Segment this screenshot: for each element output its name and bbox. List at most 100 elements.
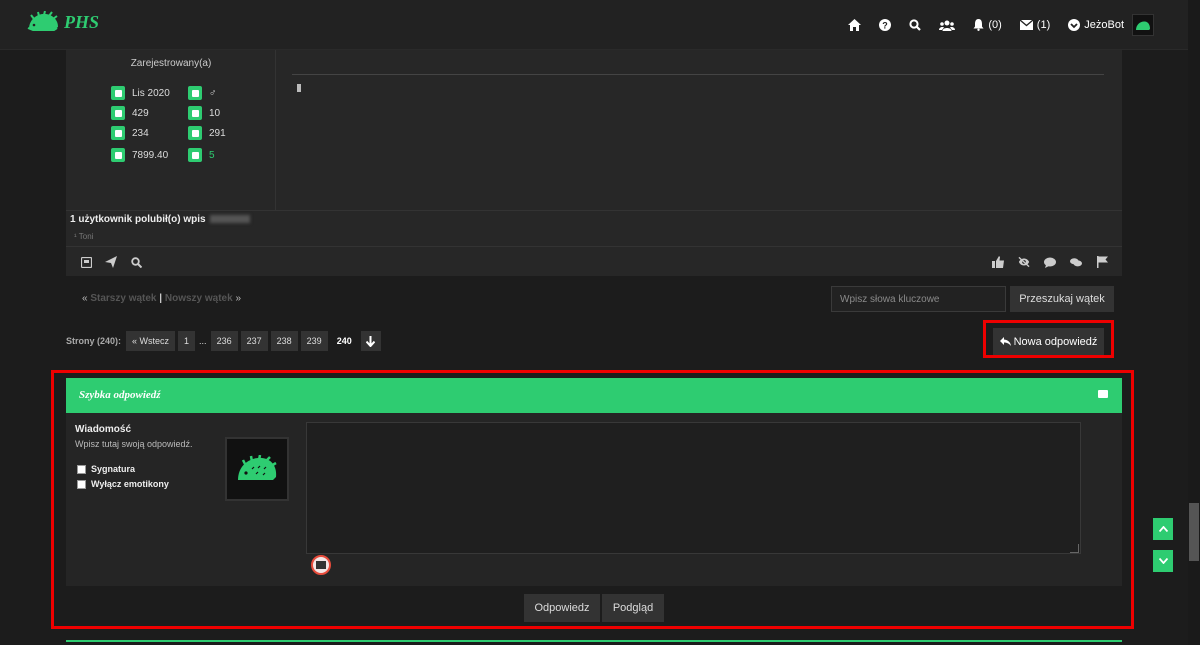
stat-topics[interactable]: 10	[188, 106, 220, 120]
page-link[interactable]: 1	[178, 331, 196, 351]
svg-text:?: ?	[883, 21, 889, 31]
scroll-to-bottom-button[interactable]	[1153, 550, 1173, 572]
disable-smilies-checkbox[interactable]	[77, 479, 86, 489]
post-separator	[66, 210, 1122, 211]
editor-toggle-icon[interactable]	[311, 555, 331, 575]
users-icon	[939, 20, 956, 31]
thread-navigation: « Starszy wątek | Nowszy wątek »	[82, 293, 242, 304]
thumbs-up-icon	[188, 126, 202, 140]
quick-reply-title: Szybka odpowiedź	[79, 389, 161, 401]
find-posts-icon[interactable]	[130, 256, 142, 268]
stat-level: 5	[188, 148, 215, 162]
submit-reply-button[interactable]: Odpowiedz	[524, 594, 600, 622]
page-prev[interactable]: « Wstecz	[126, 331, 176, 351]
page-link[interactable]: 239	[300, 331, 328, 351]
post-panel: Zarejestrowany(a) Lis 2020 ♂ 429 10 234 …	[66, 50, 1122, 276]
scrollbar-thumb[interactable]	[1189, 503, 1199, 561]
scroll-to-top-button[interactable]	[1153, 518, 1173, 540]
hedgehog-avatar-icon	[1136, 20, 1150, 30]
textarea-resize-handle[interactable]	[1070, 544, 1079, 553]
username: JeżoBot	[1084, 19, 1124, 31]
arrow-down-icon	[366, 335, 376, 347]
jump-to-bottom-button[interactable]	[360, 331, 381, 351]
message-textarea[interactable]	[306, 422, 1081, 554]
notifications-link[interactable]: (0)	[973, 19, 1002, 31]
post-footer	[66, 246, 1122, 276]
chevron-down-circle-icon	[1068, 19, 1081, 31]
help-icon: ?	[879, 19, 892, 31]
preview-button[interactable]: Podgląd	[602, 594, 664, 622]
chevron-down-icon	[1158, 558, 1168, 564]
stat-likes-given: 234	[111, 126, 149, 140]
notifications-count: (0)	[988, 19, 1002, 31]
user-menu[interactable]: JeżoBot	[1068, 14, 1154, 36]
envelope-icon	[1019, 20, 1033, 30]
report-flag-icon[interactable]	[1096, 256, 1108, 268]
graduation-cap-icon	[188, 148, 202, 162]
top-navbar: PHS ? (0) (1) JeżoBot	[0, 0, 1188, 50]
page-link[interactable]: 236	[210, 331, 238, 351]
home-link[interactable]	[848, 19, 862, 31]
stat-gender: ♂	[188, 86, 217, 100]
stat-posts[interactable]: 429	[111, 106, 149, 120]
message-hint: Wpisz tutaj swoją odpowiedź.	[75, 439, 193, 449]
reply-icon	[999, 337, 1011, 346]
members-link[interactable]	[939, 20, 956, 31]
page-scrollbar[interactable]	[1188, 0, 1200, 645]
signature-option[interactable]: Sygnatura	[77, 464, 135, 474]
disable-smilies-option[interactable]: Wyłącz emotikony	[77, 479, 169, 489]
reply-user-avatar	[225, 437, 289, 501]
page-link[interactable]: 238	[270, 331, 298, 351]
likes-sub-text: ¹ Toni	[74, 232, 94, 241]
page-ellipsis: ...	[199, 336, 207, 346]
new-reply-button[interactable]: Nowa odpowiedź	[993, 328, 1104, 355]
post-author-info: Zarejestrowany(a) Lis 2020 ♂ 429 10 234 …	[66, 50, 276, 210]
post-content-glyph	[297, 84, 301, 92]
site-logo-text: PHS	[64, 11, 100, 32]
unlike-icon[interactable]	[1018, 256, 1030, 268]
newer-thread-link[interactable]: Nowszy wątek	[165, 293, 233, 304]
home-icon	[848, 19, 862, 31]
page-link[interactable]: 237	[240, 331, 268, 351]
reply-comment-icon[interactable]	[1044, 256, 1056, 268]
history-icon	[111, 86, 125, 100]
hedgehog-logo-icon	[27, 11, 58, 31]
post-divider	[292, 74, 1104, 75]
signature-checkbox[interactable]	[77, 464, 86, 474]
profile-card-icon[interactable]	[80, 256, 92, 268]
bell-icon	[973, 19, 984, 31]
hedgehog-avatar-icon	[238, 455, 277, 480]
help-link[interactable]: ?	[879, 19, 892, 31]
search-link[interactable]	[909, 19, 922, 31]
stat-likes-received: 291	[188, 126, 226, 140]
chevron-up-icon	[1158, 526, 1168, 532]
thumbs-up-icon	[111, 126, 125, 140]
likes-summary: 1 użytkownik polubił(o) wpis	[70, 214, 250, 225]
search-icon	[909, 19, 922, 31]
copy-icon	[111, 106, 125, 120]
collapse-toggle-icon[interactable]	[1098, 390, 1108, 398]
site-logo[interactable]: PHS	[26, 11, 99, 33]
quick-reply-header: Szybka odpowiedź	[66, 378, 1122, 413]
stat-points: 7899.40	[111, 148, 168, 162]
user-avatar[interactable]	[1132, 14, 1154, 36]
messages-count: (1)	[1036, 19, 1051, 31]
document-icon	[188, 106, 202, 120]
quick-reply-body: Wiadomość Wpisz tutaj swoją odpowiedź. S…	[66, 413, 1122, 586]
pagination: Strony (240): « Wstecz 1 ... 236 237 238…	[66, 331, 384, 351]
pagination-label: Strony (240):	[66, 336, 122, 346]
stat-joined: Lis 2020	[111, 86, 170, 100]
send-message-icon[interactable]	[105, 256, 117, 268]
quote-comments-icon[interactable]	[1070, 256, 1082, 268]
user-circle-icon	[188, 86, 202, 100]
page-current: 240	[336, 336, 352, 346]
thread-search-input[interactable]	[831, 286, 1006, 312]
battery-icon	[111, 148, 125, 162]
bottom-accent-line	[66, 640, 1122, 642]
like-icon[interactable]	[992, 256, 1004, 268]
messages-link[interactable]: (1)	[1019, 19, 1051, 31]
registered-label: Zarejestrowany(a)	[130, 58, 212, 69]
older-thread-link[interactable]: Starszy wątek	[90, 293, 156, 304]
message-label: Wiadomość	[75, 424, 132, 435]
thread-search-button[interactable]: Przeszukaj wątek	[1010, 286, 1114, 312]
